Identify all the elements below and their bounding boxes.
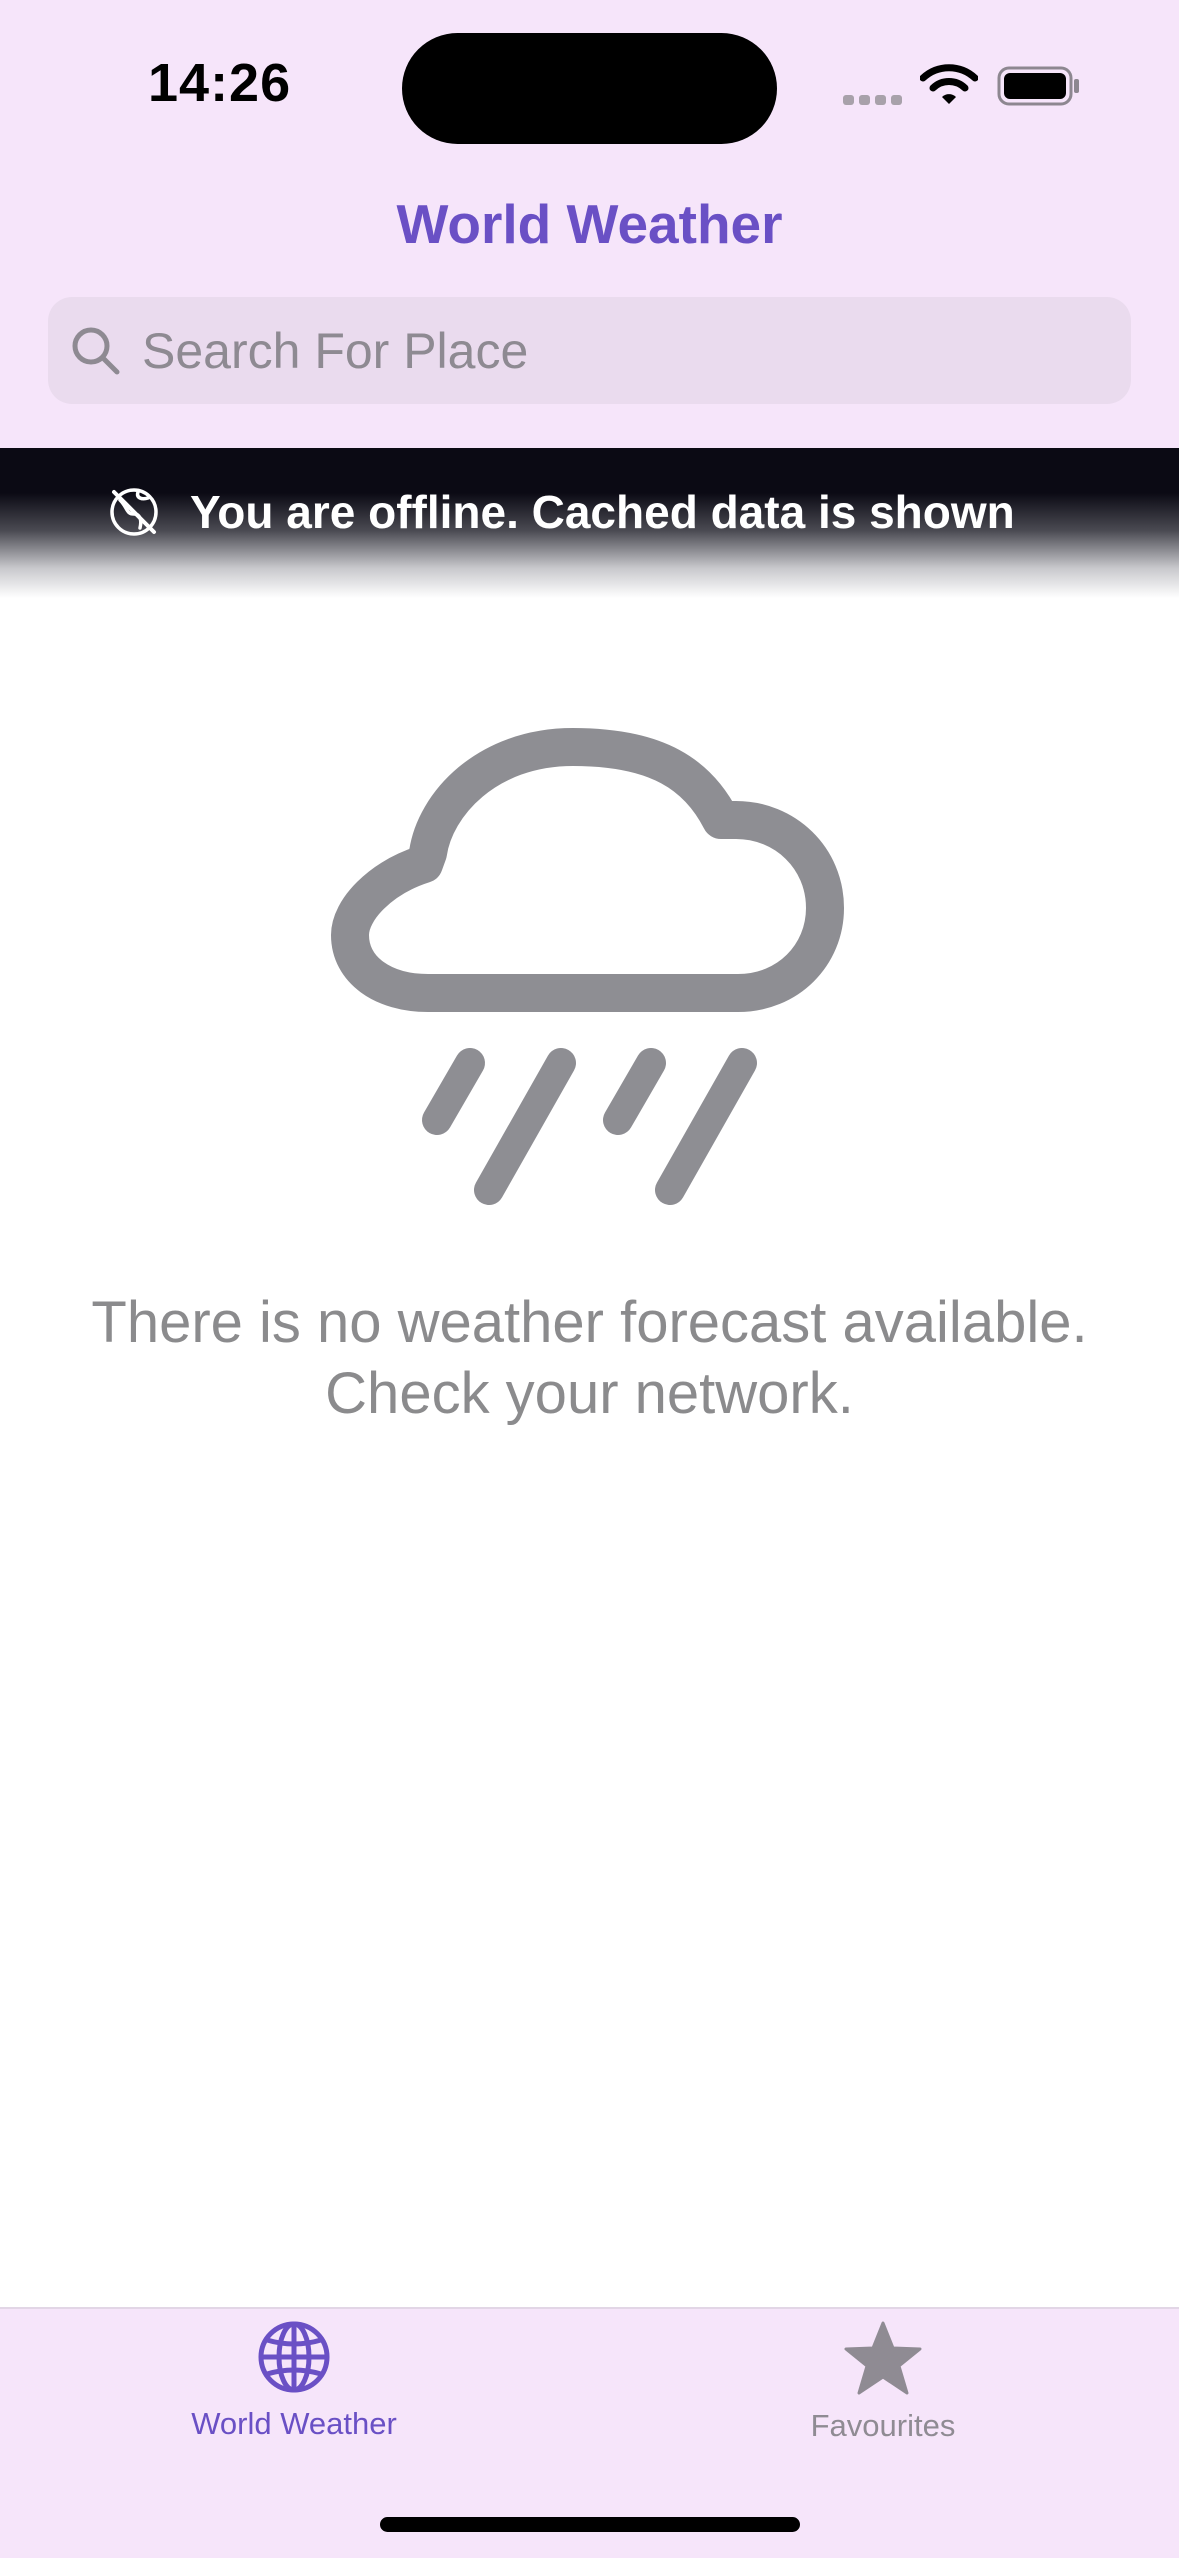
- globe-icon: [258, 2321, 330, 2393]
- search-icon: [72, 327, 120, 375]
- search-input[interactable]: [142, 297, 1102, 404]
- tab-world-weather[interactable]: World Weather: [94, 2320, 494, 2470]
- battery-icon: [997, 66, 1079, 106]
- tab-favourites-label: Favourites: [810, 2408, 956, 2443]
- dynamic-island: [402, 33, 777, 144]
- search-bar[interactable]: [48, 297, 1131, 404]
- status-time: 14:26: [148, 53, 292, 113]
- cellular-signal-icon: [843, 95, 902, 105]
- star-icon: [844, 2321, 922, 2395]
- tab-favourites[interactable]: Favourites: [683, 2320, 1083, 2470]
- wifi-icon: [920, 64, 978, 104]
- tab-world-weather-label: World Weather: [191, 2406, 397, 2441]
- offline-globe-icon: [110, 488, 158, 536]
- cloud-rain-icon: [331, 728, 844, 1205]
- page-title: World Weather: [396, 193, 783, 255]
- empty-state-text: There is no weather forecast available. …: [91, 1290, 1088, 1426]
- offline-message: You are offline. Cached data is shown: [190, 486, 1015, 538]
- empty-state-message: There is no weather forecast available. …: [40, 1287, 1139, 1429]
- home-indicator[interactable]: [380, 2517, 800, 2532]
